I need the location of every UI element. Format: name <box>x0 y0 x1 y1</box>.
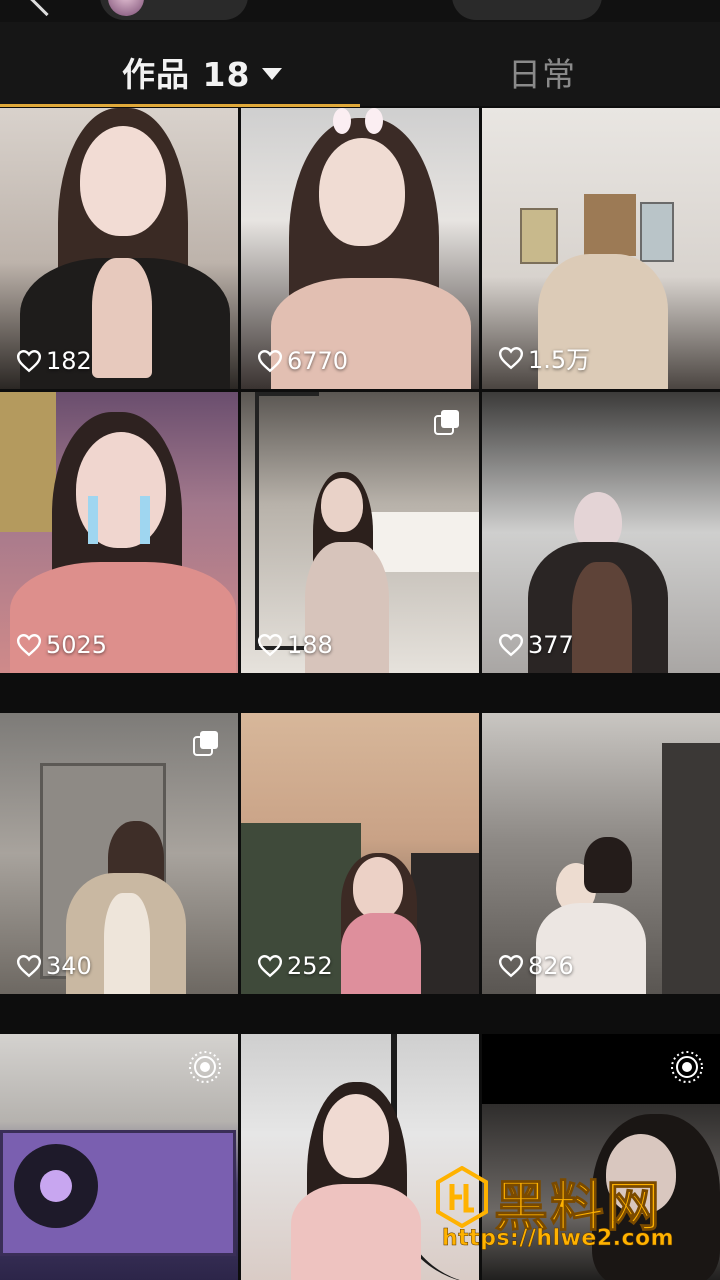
post-tile[interactable]: 6770 <box>241 108 479 389</box>
thumbnail-shape <box>104 893 150 994</box>
like-count-label: 252 <box>287 952 333 980</box>
heart-icon <box>498 634 524 657</box>
heart-icon <box>16 350 42 373</box>
like-count-label: 826 <box>528 952 574 980</box>
heart-icon <box>498 955 524 978</box>
profile-chip[interactable] <box>100 0 248 20</box>
thumbnail-shape <box>40 1170 72 1202</box>
thumbnail-shape <box>80 126 166 236</box>
tab-daily[interactable]: 日常 <box>508 48 576 96</box>
post-tile[interactable] <box>0 1034 238 1280</box>
like-count-label: 182 <box>46 347 92 375</box>
like-count: 252 <box>257 952 333 980</box>
like-count: 5025 <box>16 631 107 659</box>
thumbnail-shape <box>333 108 351 134</box>
like-count: 826 <box>498 952 574 980</box>
caret-down-icon <box>262 67 283 80</box>
like-count: 377 <box>498 631 574 659</box>
live-photo-icon <box>189 1051 221 1083</box>
thumbnail-shape <box>572 562 632 673</box>
post-tile[interactable]: 377 <box>482 392 720 673</box>
heart-icon <box>16 955 42 978</box>
multi-image-icon <box>434 410 459 435</box>
watermark-logo-icon <box>436 1166 488 1228</box>
thumbnail-shape <box>323 1094 389 1178</box>
thumbnail-shape <box>321 478 363 532</box>
heart-icon <box>257 634 283 657</box>
post-tile[interactable]: 188 <box>241 392 479 673</box>
like-count: 340 <box>16 952 92 980</box>
heart-icon <box>257 955 283 978</box>
profile-screen: 作品 18 日常 182 6770 1.5万 5025 188 377 340 … <box>0 0 720 1280</box>
like-count-label: 340 <box>46 952 92 980</box>
like-count: 1.5万 <box>498 340 590 375</box>
thumbnail-shape <box>640 202 674 262</box>
post-tile[interactable]: 5025 <box>0 392 238 673</box>
content-tabs: 作品 18 日常 <box>0 22 720 107</box>
heart-icon <box>498 346 524 369</box>
top-bar <box>0 0 720 22</box>
thumbnail-shape <box>291 1184 421 1280</box>
live-photo-icon <box>671 1051 703 1083</box>
post-tile[interactable]: 182 <box>0 108 238 389</box>
thumbnail-shape <box>140 496 150 544</box>
post-tile[interactable]: 826 <box>482 713 720 994</box>
like-count: 6770 <box>257 347 348 375</box>
like-count-label: 6770 <box>287 347 349 375</box>
back-arrow-icon[interactable] <box>28 0 65 17</box>
thumbnail-shape <box>353 857 403 919</box>
search-chip[interactable] <box>452 0 602 20</box>
thumbnail-shape <box>341 913 421 994</box>
tab-daily-label: 日常 <box>508 55 576 94</box>
thumbnail-shape <box>319 138 405 246</box>
like-count-label: 377 <box>528 631 574 659</box>
like-count: 182 <box>16 347 92 375</box>
thumbnail-shape <box>520 208 558 264</box>
thumbnail-shape <box>584 194 636 256</box>
tab-indicator <box>0 104 360 107</box>
avatar <box>108 0 144 16</box>
thumbnail-shape <box>88 496 98 544</box>
thumbnail-shape <box>584 837 632 893</box>
like-count: 188 <box>257 631 333 659</box>
post-tile[interactable]: 252 <box>241 713 479 994</box>
like-count-label: 188 <box>287 631 333 659</box>
site-watermark: 黑料网 https://hlwe2.com <box>430 1160 710 1260</box>
watermark-url: https://hlwe2.com <box>442 1226 675 1252</box>
thumbnail-shape <box>0 392 56 532</box>
like-count-label: 1.5万 <box>528 346 591 374</box>
thumbnail-shape <box>662 743 720 994</box>
post-tile[interactable]: 1.5万 <box>482 108 720 389</box>
multi-image-icon <box>193 731 218 756</box>
post-tile[interactable]: 340 <box>0 713 238 994</box>
like-count-label: 5025 <box>46 631 108 659</box>
thumbnail-shape <box>92 258 152 378</box>
thumbnail-shape <box>369 512 479 572</box>
heart-icon <box>257 350 283 373</box>
thumbnail-shape <box>536 903 646 994</box>
thumbnail-shape <box>365 108 383 134</box>
tab-works[interactable]: 作品 18 <box>122 48 283 96</box>
tab-works-label: 作品 18 <box>122 55 251 94</box>
thumbnail-shape <box>411 853 479 994</box>
heart-icon <box>16 634 42 657</box>
